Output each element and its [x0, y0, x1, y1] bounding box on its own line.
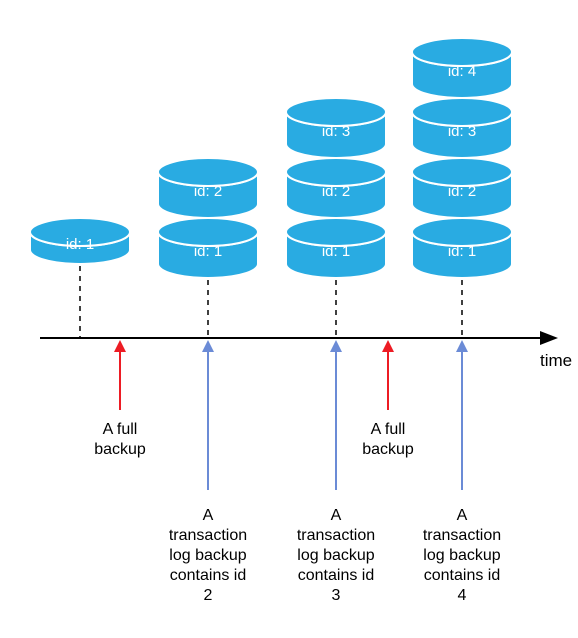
disk-label: id: 4 — [448, 63, 476, 80]
arrowhead-icon — [202, 340, 214, 352]
disk-s2-d1: id: 2 — [286, 158, 386, 218]
disk-label: id: 1 — [322, 243, 350, 260]
arrowhead-icon — [114, 340, 126, 352]
log-backup-caption: Atransactionlog backupcontains id3 — [297, 507, 375, 604]
disk-s2-d0: id: 1 — [286, 218, 386, 278]
disk-label: id: 1 — [66, 236, 94, 253]
log-backup-caption: Atransactionlog backupcontains id4 — [423, 507, 501, 604]
full-backup-caption: A fullbackup — [362, 421, 414, 458]
backup-timeline-diagram: id: 1 id: 1 id: 2 id: 1 id: 2 id: 3 id: 1 id: 2… — [0, 0, 578, 638]
disk-label: id: 1 — [448, 243, 476, 260]
disk-s3-d1: id: 2 — [412, 158, 512, 218]
arrowhead-icon — [456, 340, 468, 352]
full-backup-caption: A fullbackup — [94, 421, 146, 458]
disk-label: id: 3 — [448, 123, 476, 140]
disk-s0-d0: id: 1 — [30, 218, 130, 264]
disk-label: id: 2 — [448, 183, 476, 200]
time-axis-label: time — [540, 351, 572, 370]
arrowhead-icon — [330, 340, 342, 352]
disk-s1-d0: id: 1 — [158, 218, 258, 278]
disk-s3-d2: id: 3 — [412, 98, 512, 158]
disk-label: id: 2 — [194, 183, 222, 200]
log-backup-caption: Atransactionlog backupcontains id2 — [169, 507, 247, 604]
disk-label: id: 2 — [322, 183, 350, 200]
time-axis-arrowhead — [540, 331, 558, 345]
arrowhead-icon — [382, 340, 394, 352]
disk-s2-d2: id: 3 — [286, 98, 386, 158]
disk-label: id: 3 — [322, 123, 350, 140]
disk-s3-d0: id: 1 — [412, 218, 512, 278]
disk-s3-d3: id: 4 — [412, 38, 512, 98]
disk-s1-d1: id: 2 — [158, 158, 258, 218]
disk-label: id: 1 — [194, 243, 222, 260]
